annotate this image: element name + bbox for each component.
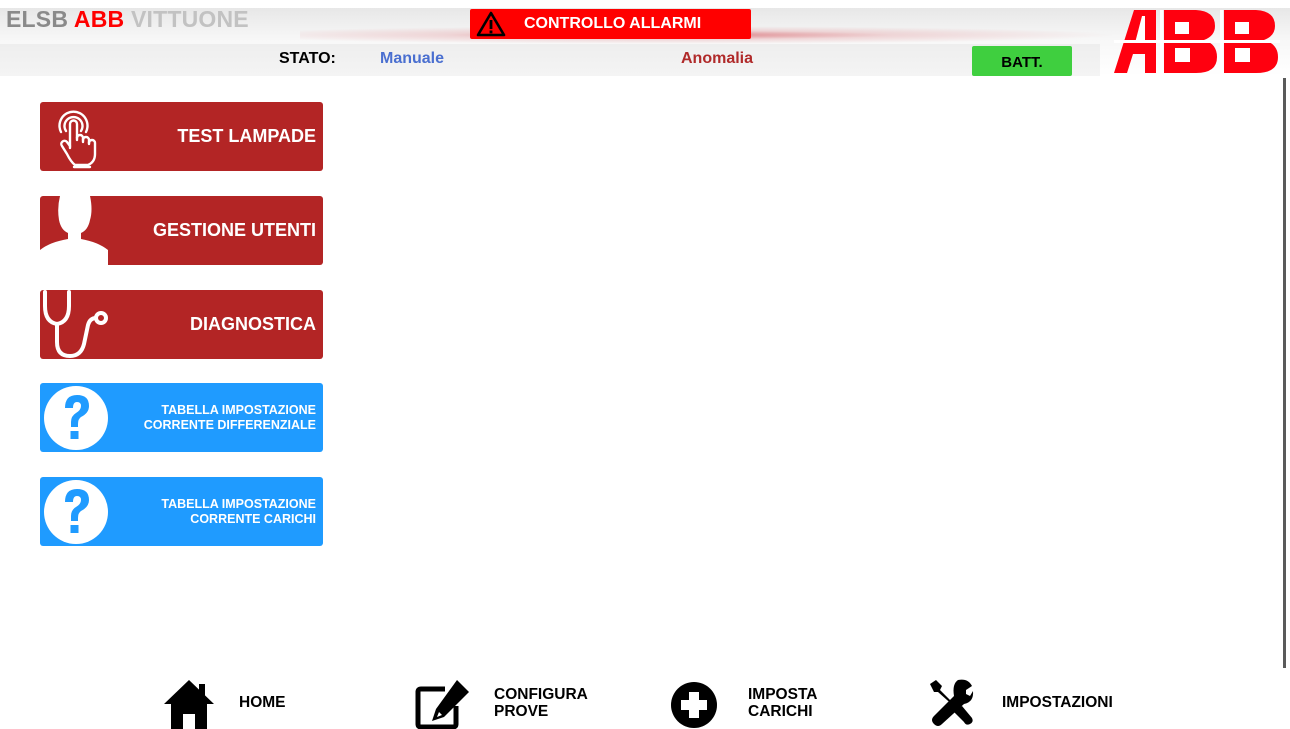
question-icon bbox=[44, 386, 108, 450]
nav-settings-label: IMPOSTAZIONI bbox=[1002, 694, 1113, 711]
question-icon bbox=[44, 480, 108, 544]
nav-configure-tests-line2: PROVE bbox=[494, 703, 549, 720]
test-lamps-button[interactable]: TEST LAMPADE bbox=[40, 102, 323, 171]
touch-hand-icon bbox=[58, 110, 97, 169]
nav-home-label: HOME bbox=[239, 694, 286, 711]
load-current-table-line1: TABELLA IMPOSTAZIONE bbox=[161, 496, 316, 511]
diagnostics-label: DIAGNOSTICA bbox=[190, 314, 316, 334]
nav-set-loads-line2: CARICHI bbox=[748, 703, 813, 720]
status-strip bbox=[0, 44, 1100, 76]
user-management-label: GESTIONE UTENTI bbox=[152, 220, 316, 240]
user-icon bbox=[40, 196, 108, 265]
abb-logo bbox=[1114, 10, 1280, 79]
app-title: ELSB ABB VITTUONE bbox=[6, 6, 249, 33]
user-management-button[interactable]: GESTIONE UTENTI bbox=[40, 196, 323, 265]
nav-configure-tests-line1: CONFIGURA bbox=[494, 686, 588, 703]
status-label: STATO: bbox=[279, 50, 336, 67]
battery-button[interactable]: BATT. bbox=[972, 46, 1072, 76]
anomaly-indicator: Anomalia bbox=[681, 50, 754, 67]
tools-icon bbox=[930, 679, 974, 726]
alarm-control-button[interactable]: CONTROLLO ALLARMI bbox=[470, 9, 751, 39]
load-current-table-button[interactable]: TABELLA IMPOSTAZIONE CORRENTE CARICHI bbox=[40, 477, 323, 546]
app-title-vittuone: VITTUONE bbox=[130, 6, 249, 32]
nav-set-loads-line1: IMPOSTA bbox=[748, 686, 818, 703]
battery-button-label: BATT. bbox=[1001, 54, 1043, 71]
load-current-table-label: TABELLA IMPOSTAZIONE CORRENTE CARICHI bbox=[161, 477, 316, 546]
warning-icon bbox=[476, 11, 506, 37]
app-title-elsb: ELSB bbox=[6, 6, 69, 32]
differential-current-table-label: TABELLA IMPOSTAZIONE CORRENTE DIFFERENZI… bbox=[144, 383, 316, 452]
edit-icon bbox=[415, 680, 469, 729]
nav-configure-tests[interactable]: CONFIGURA PROVE bbox=[415, 676, 605, 729]
test-lamps-label: TEST LAMPADE bbox=[177, 126, 316, 146]
app-title-abb: ABB bbox=[73, 6, 125, 32]
nav-home[interactable]: HOME bbox=[163, 676, 303, 729]
nav-set-loads[interactable]: IMPOSTA CARICHI bbox=[670, 676, 840, 729]
nav-set-loads-label: IMPOSTA CARICHI bbox=[748, 686, 817, 720]
alarm-control-label: CONTROLLO ALLARMI bbox=[524, 15, 702, 32]
stethoscope-icon bbox=[43, 290, 108, 358]
differential-current-table-line1: TABELLA IMPOSTAZIONE bbox=[161, 402, 316, 417]
plus-circle-icon bbox=[671, 682, 717, 728]
home-icon bbox=[164, 680, 214, 729]
status-value: Manuale bbox=[380, 50, 445, 67]
nav-configure-tests-label: CONFIGURA PROVE bbox=[494, 686, 588, 720]
diagnostics-button[interactable]: DIAGNOSTICA bbox=[40, 290, 323, 359]
load-current-table-line2: CORRENTE CARICHI bbox=[190, 511, 316, 526]
differential-current-table-button[interactable]: TABELLA IMPOSTAZIONE CORRENTE DIFFERENZI… bbox=[40, 383, 323, 452]
vertical-scrollbar[interactable] bbox=[1283, 78, 1286, 668]
nav-settings[interactable]: IMPOSTAZIONI bbox=[928, 676, 1138, 729]
differential-current-table-line2: CORRENTE DIFFERENZIALE bbox=[143, 417, 316, 432]
